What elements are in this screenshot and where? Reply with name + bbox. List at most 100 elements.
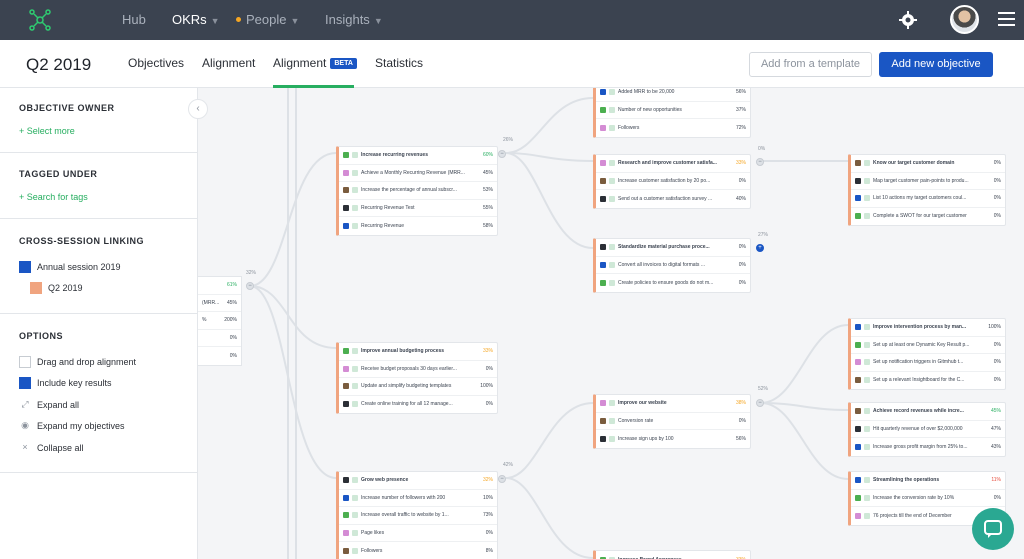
collapse-node[interactable]: − — [498, 150, 506, 158]
key-result-row[interactable]: Followers 72% — [596, 119, 750, 137]
session-annual[interactable]: Annual session 2019 — [19, 261, 121, 273]
objective-row[interactable]: Streamlining the operations 11% — [851, 472, 1005, 490]
key-result-row[interactable]: Send out a customer satisfaction survey … — [596, 190, 750, 208]
collapse-node[interactable]: − — [498, 475, 506, 483]
objective-row[interactable]: Improve annual budgeting process 33% — [339, 343, 497, 361]
key-result-row[interactable]: Map target customer pain-points to produ… — [851, 173, 1005, 190]
objective-card[interactable]: Added MRR to be 20,000 56% Number of new o… — [593, 88, 751, 138]
select-more-link[interactable]: + Select more — [19, 126, 75, 136]
objective-icon — [352, 152, 358, 159]
key-result-row[interactable]: Increase customer satisfaction by 20 po.… — [596, 173, 750, 190]
row-percent: 53% — [482, 187, 493, 194]
check-icon — [352, 383, 358, 390]
nav-people[interactable]: People ▼ — [236, 12, 299, 27]
checkbox-unchecked[interactable] — [19, 356, 31, 368]
row-title: Set up a relevant Insightboard for the C… — [873, 377, 965, 384]
objective-row[interactable]: Grow web presence 32% — [339, 472, 497, 490]
nav-hub[interactable]: Hub — [122, 12, 146, 27]
key-result-row[interactable]: Increase gross profit margin from 25% to… — [851, 438, 1005, 456]
objective-row[interactable]: Know our target customer domain 0% — [851, 155, 1005, 173]
collapse-node[interactable]: − — [756, 158, 764, 166]
search-tags-link[interactable]: + Search for tags — [19, 192, 88, 202]
key-result-row[interactable]: Increase sign ups by 100 56% — [596, 430, 750, 448]
key-result-row[interactable]: Receive budget proposals 30 days earlier… — [339, 361, 497, 378]
tab-objectives[interactable]: Objectives — [128, 56, 184, 70]
objective-card[interactable]: Improve our website 38% Conversion rate 0% I… — [593, 394, 751, 449]
key-result-row[interactable]: Create online training for all 12 manage… — [339, 396, 497, 414]
objective-card-partial[interactable]: 32% 61% (MRR... 45% % 200% 0% 0% — [198, 270, 256, 366]
row-percent: 100% — [988, 324, 1001, 331]
row-title: Hit quarterly revenue of over $2,000,000 — [873, 425, 963, 432]
key-result-row[interactable]: Followers 8% — [339, 542, 497, 559]
key-result-row[interactable]: Update and simplify budgeting templates 1… — [339, 378, 497, 396]
key-result-row[interactable]: Page likes 0% — [339, 525, 497, 542]
objective-card[interactable]: Improve intervention process by man... 10… — [848, 318, 1006, 390]
add-new-objective-button[interactable]: Add new objective — [879, 52, 993, 77]
option-drag-drop[interactable]: Drag and drop alignment — [19, 356, 136, 368]
objective-row[interactable]: Increase recurring revenues 60% — [339, 147, 497, 165]
menu-icon[interactable] — [998, 12, 1015, 26]
alignment-canvas[interactable]: Added MRR to be 20,000 56% Number of new o… — [198, 88, 1024, 559]
option-collapse-all[interactable]: × Collapse all — [19, 442, 83, 454]
checkbox-checked[interactable] — [19, 377, 31, 389]
row-title: Increase the percentage of annual subscr… — [361, 187, 457, 194]
key-result-row[interactable]: List 10 actions my target customers coul… — [851, 190, 1005, 208]
objective-card[interactable]: Know our target customer domain 0% Map tar… — [848, 154, 1006, 226]
objective-row[interactable]: Improve intervention process by man... 10… — [851, 319, 1005, 337]
key-result-row[interactable]: Recurring Revenue 58% — [339, 217, 497, 235]
key-result-row[interactable]: Set up at least one Dynamic Key Result p… — [851, 337, 1005, 354]
key-result-row[interactable]: Set up a relevant Insightboard for the C… — [851, 372, 1005, 390]
objective-row[interactable]: Increase Brand Awareness33% — [596, 551, 750, 559]
nav-okrs[interactable]: OKRs ▼ — [172, 12, 220, 27]
key-result-row[interactable]: Achieve a Monthly Recurring Revenue (MRR… — [339, 165, 497, 182]
session-q2[interactable]: Q2 2019 — [30, 282, 83, 294]
key-result-row[interactable]: Conversion rate 0% — [596, 413, 750, 430]
key-result-row[interactable]: Added MRR to be 20,000 56% — [596, 88, 750, 102]
option-expand-all[interactable]: ⤢ Expand all — [19, 399, 79, 411]
tab-statistics[interactable]: Statistics — [375, 56, 423, 70]
key-result-row[interactable]: Increase the percentage of annual subscr… — [339, 182, 497, 200]
objective-card[interactable]: Improve annual budgeting process 33% Recei… — [336, 342, 498, 414]
option-include-kr[interactable]: Include key results — [19, 377, 112, 389]
key-result-row[interactable]: Set up notification triggers in Gitmhub … — [851, 354, 1005, 372]
objective-card[interactable]: Achieve record revenues while incre... 45… — [848, 402, 1006, 457]
nav-insights[interactable]: Insights ▼ — [325, 12, 383, 27]
objective-card[interactable]: Increase recurring revenues 60% Achieve a … — [336, 146, 498, 236]
objective-row[interactable]: Research and improve customer satisfa...… — [596, 155, 750, 173]
tab-alignment-beta[interactable]: Alignment BETA — [273, 56, 357, 70]
key-result-row[interactable]: Complete a SWOT for our target customer 0… — [851, 208, 1005, 226]
avatar[interactable] — [950, 5, 979, 34]
tab-alignment[interactable]: Alignment — [202, 56, 255, 70]
row-title: Increase the conversion rate by 10% — [873, 494, 955, 501]
objective-row[interactable]: Standardize material purchase proce... 0% — [596, 239, 750, 257]
owner-avatar — [343, 494, 349, 501]
collapse-node[interactable]: − — [756, 399, 764, 407]
add-from-template-button[interactable]: Add from a template — [749, 52, 872, 77]
objective-card[interactable]: Standardize material purchase proce... 0%… — [593, 238, 751, 293]
key-result-row[interactable]: Hit quarterly revenue of over $2,000,000… — [851, 421, 1005, 438]
objective-card[interactable]: Grow web presence 32% Increase number of f… — [336, 471, 498, 559]
collapse-node[interactable]: − — [246, 282, 254, 290]
check-icon — [864, 512, 870, 519]
chat-button[interactable] — [972, 508, 1014, 550]
key-result-row[interactable]: Recurring Revenue Test 55% — [339, 200, 497, 217]
key-result-row[interactable]: Number of new opportunities 37% — [596, 102, 750, 119]
gear-icon[interactable] — [898, 10, 918, 30]
objective-icon — [864, 477, 870, 484]
objective-row[interactable]: Improve our website 38% — [596, 395, 750, 413]
logo-icon[interactable] — [28, 8, 52, 32]
chevron-down-icon: ▼ — [290, 16, 300, 26]
objective-row[interactable]: Achieve record revenues while incre... 45… — [851, 403, 1005, 421]
key-result-row[interactable]: Increase number of followers with 200 10% — [339, 490, 497, 507]
objective-card[interactable]: Increase Brand Awareness33% — [593, 550, 751, 559]
key-result-row[interactable]: Convert all invoices to digital formats … — [596, 257, 750, 274]
key-result-row[interactable]: Increase overall traffic to website by 1… — [339, 507, 497, 525]
color-swatch — [30, 282, 42, 294]
key-result-row[interactable]: Create policies to ensure goods do not m… — [596, 274, 750, 292]
expand-node[interactable]: + — [756, 244, 764, 252]
objective-card[interactable]: Research and improve customer satisfa...… — [593, 154, 751, 209]
owner-avatar — [343, 477, 349, 484]
option-expand-mine[interactable]: ◉ Expand my objectives — [19, 420, 124, 432]
key-result-row[interactable]: Increase the conversion rate by 10% 0% — [851, 490, 1005, 507]
row-percent: 61% — [226, 282, 237, 289]
